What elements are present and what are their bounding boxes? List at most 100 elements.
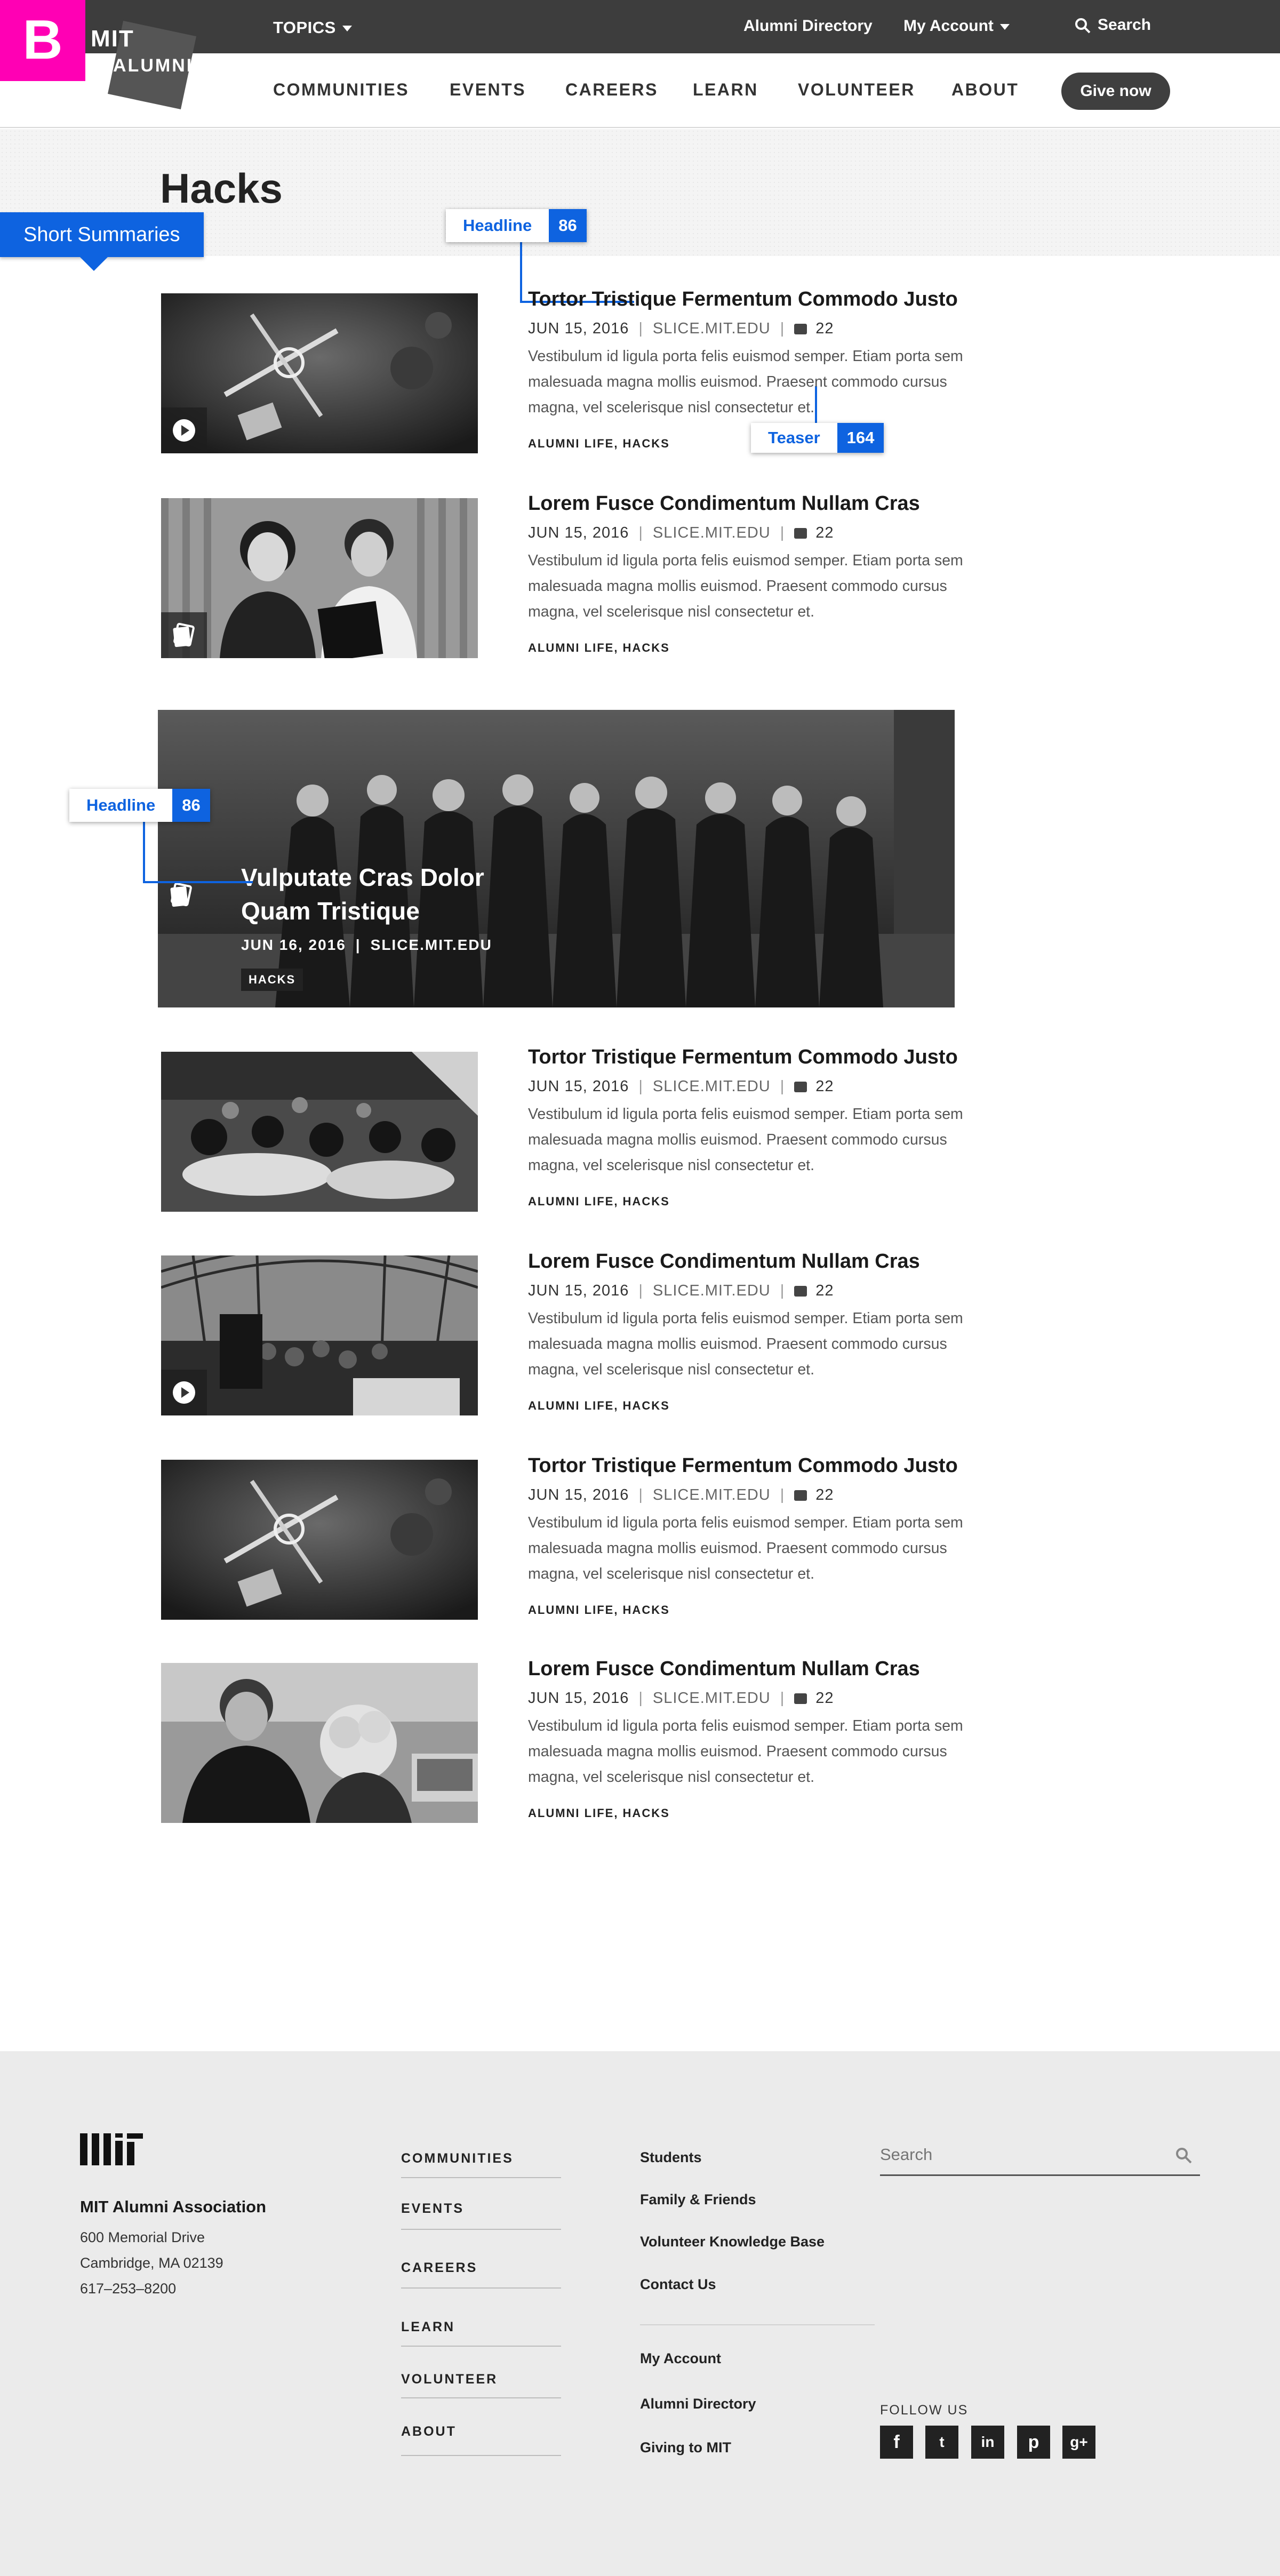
comment-icon — [794, 1286, 807, 1297]
facebook-icon[interactable]: f — [880, 2426, 913, 2459]
gallery-badge — [161, 612, 207, 658]
footer-link-students[interactable]: Students — [640, 2149, 702, 2166]
article-source: SLICE.MIT.EDU — [652, 320, 771, 337]
headline-annotation-label: Headline — [86, 796, 156, 814]
article-thumbnail[interactable] — [161, 498, 478, 658]
twitter-icon[interactable]: t — [925, 2426, 958, 2459]
footer-nav-careers[interactable]: CAREERS — [401, 2260, 561, 2276]
footer-link-family-friends[interactable]: Family & Friends — [640, 2191, 756, 2208]
featured-photo — [158, 710, 955, 1007]
article-date: JUN 15, 2016 — [528, 320, 629, 337]
search-icon[interactable] — [1174, 2146, 1193, 2164]
article-meta: JUN 15, 2016 | SLICE.MIT.EDU | 22 — [528, 1486, 834, 1504]
article-headline[interactable]: Tortor Tristique Fermentum Commodo Justo — [528, 1454, 958, 1477]
nav-careers[interactable]: CAREERS — [565, 80, 658, 100]
article-tags[interactable]: ALUMNI LIFE, HACKS — [528, 1195, 670, 1209]
article-date: JUN 15, 2016 — [528, 1078, 629, 1095]
comment-icon — [794, 1693, 807, 1705]
nav-volunteer[interactable]: VOLUNTEER — [798, 80, 915, 100]
featured-date: JUN 16, 2016 — [241, 937, 346, 953]
featured-article-image[interactable] — [158, 710, 955, 1007]
article-source: SLICE.MIT.EDU — [652, 524, 771, 541]
article-thumbnail[interactable] — [161, 293, 478, 453]
article-headline[interactable]: Lorem Fusce Condimentum Nullam Cras — [528, 492, 920, 515]
mit-logo — [80, 2133, 143, 2165]
featured-headline[interactable]: Vulputate Cras Dolor Quam Tristique — [241, 861, 540, 928]
thumbnail-image — [161, 1255, 478, 1415]
footer-search — [880, 2139, 1200, 2176]
article-thumbnail[interactable] — [161, 1460, 478, 1620]
featured-headline-annotation: Headline 86 — [69, 789, 210, 822]
meta-separator: | — [780, 1690, 785, 1707]
nav-communities[interactable]: COMMUNITIES — [273, 80, 409, 100]
comment-count: 22 — [815, 1282, 834, 1299]
footer-divider — [401, 2229, 561, 2230]
article-source: SLICE.MIT.EDU — [652, 1078, 771, 1095]
footer-link-alumni-directory[interactable]: Alumni Directory — [640, 2396, 756, 2412]
footer-search-input[interactable] — [880, 2139, 1157, 2171]
article-teaser: Vestibulum id ligula porta felis euismod… — [528, 1717, 963, 1786]
logo-text-mit: MIT — [91, 26, 134, 52]
give-now-button[interactable]: Give now — [1061, 73, 1170, 110]
article-tags[interactable]: ALUMNI LIFE, HACKS — [528, 1399, 670, 1413]
article-tags[interactable]: ALUMNI LIFE, HACKS — [528, 1806, 670, 1820]
annotation-leader-line — [520, 241, 522, 303]
linkedin-icon[interactable]: in — [971, 2426, 1004, 2459]
article-thumbnail[interactable] — [161, 1255, 478, 1415]
follow-us-label: FOLLOW US — [880, 2403, 969, 2418]
article-thumbnail[interactable] — [161, 1663, 478, 1823]
headline-annotation-count: 86 — [172, 789, 210, 822]
gallery-icon — [173, 622, 195, 647]
footer-nav-events[interactable]: EVENTS — [401, 2201, 561, 2217]
meta-separator: | — [780, 524, 785, 541]
footer-link-volunteer-kb[interactable]: Volunteer Knowledge Base — [640, 2234, 825, 2250]
article-headline[interactable]: Tortor Tristique Fermentum Commodo Justo — [528, 1046, 958, 1069]
pinterest-icon[interactable]: p — [1017, 2426, 1050, 2459]
article-source: SLICE.MIT.EDU — [652, 1486, 771, 1503]
meta-separator: | — [638, 1486, 643, 1503]
thumbnail-image — [161, 1460, 478, 1620]
article-headline[interactable]: Tortor Tristique Fermentum Commodo Justo — [528, 288, 958, 311]
footer-link-giving[interactable]: Giving to MIT — [640, 2439, 731, 2456]
article-meta: JUN 15, 2016 | SLICE.MIT.EDU | 22 — [528, 1282, 834, 1300]
site-footer — [0, 2051, 1280, 2576]
article-meta: JUN 15, 2016 | SLICE.MIT.EDU | 22 — [528, 524, 834, 542]
video-badge — [161, 1370, 207, 1415]
article-date: JUN 15, 2016 — [528, 1486, 629, 1503]
nav-about[interactable]: ABOUT — [951, 80, 1019, 100]
article-headline[interactable]: Lorem Fusce Condimentum Nullam Cras — [528, 1658, 920, 1681]
footer-link-contact[interactable]: Contact Us — [640, 2276, 716, 2293]
footer-divider — [640, 2324, 875, 2325]
nav-learn[interactable]: LEARN — [693, 80, 758, 100]
thumbnail-image — [161, 1663, 478, 1823]
meta-separator: | — [638, 320, 643, 337]
meta-separator: | — [780, 1282, 785, 1299]
alumni-directory-link[interactable]: Alumni Directory — [743, 17, 873, 35]
article-source: SLICE.MIT.EDU — [652, 1282, 771, 1299]
logo-text-alumni: ALUMNI — [113, 55, 194, 76]
my-account-menu[interactable]: My Account — [903, 17, 1010, 35]
footer-nav-communities[interactable]: COMMUNITIES — [401, 2151, 561, 2166]
gallery-icon — [170, 882, 192, 907]
topics-menu[interactable]: TOPICS — [273, 18, 352, 37]
article-tags[interactable]: ALUMNI LIFE, HACKS — [528, 1603, 670, 1617]
article-headline[interactable]: Lorem Fusce Condimentum Nullam Cras — [528, 1250, 920, 1273]
meta-separator: | — [780, 320, 785, 337]
google-plus-icon[interactable]: g+ — [1062, 2426, 1095, 2459]
footer-link-my-account[interactable]: My Account — [640, 2350, 721, 2367]
nav-events[interactable]: EVENTS — [450, 80, 526, 100]
featured-tag[interactable]: HACKS — [241, 969, 303, 991]
annotation-leader-line — [143, 821, 145, 883]
article-thumbnail[interactable] — [161, 1052, 478, 1212]
article-tags[interactable]: ALUMNI LIFE, HACKS — [528, 641, 670, 655]
comment-count: 22 — [815, 1078, 834, 1095]
search-button[interactable]: Search — [1074, 16, 1151, 34]
footer-nav-learn[interactable]: LEARN — [401, 2319, 561, 2335]
section-annotation-label: Short Summaries — [23, 223, 180, 246]
play-icon — [173, 1381, 195, 1404]
footer-nav-volunteer[interactable]: VOLUNTEER — [401, 2372, 561, 2387]
footer-divider — [401, 2346, 561, 2347]
footer-nav-about[interactable]: ABOUT — [401, 2424, 561, 2439]
article-tags[interactable]: ALUMNI LIFE, HACKS — [528, 437, 670, 451]
article-teaser: Vestibulum id ligula porta felis euismod… — [528, 552, 963, 620]
